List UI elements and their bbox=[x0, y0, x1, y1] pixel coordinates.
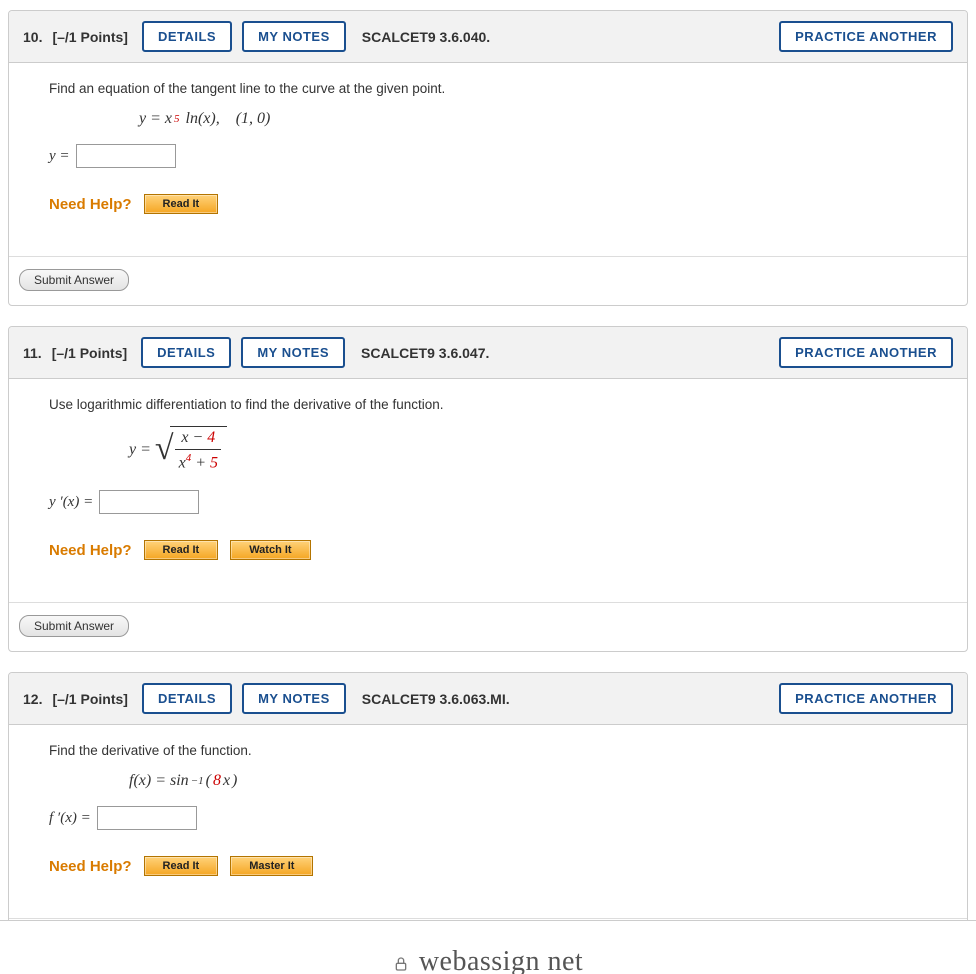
submit-row: Submit Answer bbox=[9, 256, 967, 305]
help-row: Need Help? Read It bbox=[49, 194, 927, 214]
source-id: SCALCET9 3.6.063.MI. bbox=[362, 691, 510, 707]
question-10: 10. [–/1 Points] DETAILS MY NOTES SCALCE… bbox=[8, 10, 968, 306]
equation: y = √ x − 4 x4 + 5 bbox=[129, 426, 927, 474]
equation: y = x5 ln(x), (1, 0) bbox=[139, 110, 927, 128]
master-it-button[interactable]: Master It bbox=[230, 856, 313, 876]
answer-label: f ′(x) = bbox=[49, 810, 91, 827]
answer-row: y ′(x) = bbox=[49, 490, 927, 514]
details-button[interactable]: DETAILS bbox=[141, 337, 231, 368]
submit-row: Submit Answer bbox=[9, 602, 967, 651]
read-it-button[interactable]: Read It bbox=[144, 194, 219, 214]
help-row: Need Help? Read It Watch It bbox=[49, 540, 927, 560]
answer-label: y ′(x) = bbox=[49, 494, 93, 511]
answer-input[interactable] bbox=[97, 806, 197, 830]
answer-label: y = bbox=[49, 148, 70, 165]
question-body: Use logarithmic differentiation to find … bbox=[9, 379, 967, 590]
practice-another-button[interactable]: PRACTICE ANOTHER bbox=[779, 337, 953, 368]
question-number: 12. bbox=[23, 691, 42, 707]
submit-answer-button[interactable]: Submit Answer bbox=[19, 615, 129, 637]
help-row: Need Help? Read It Master It bbox=[49, 856, 927, 876]
question-number: 11. bbox=[23, 345, 42, 361]
details-button[interactable]: DETAILS bbox=[142, 683, 232, 714]
equation: f(x) = sin−1(8x) bbox=[129, 772, 927, 790]
question-header: 12. [–/1 Points] DETAILS MY NOTES SCALCE… bbox=[9, 673, 967, 725]
answer-row: y = bbox=[49, 144, 927, 168]
question-prompt: Find the derivative of the function. bbox=[49, 743, 927, 758]
question-header: 10. [–/1 Points] DETAILS MY NOTES SCALCE… bbox=[9, 11, 967, 63]
need-help-label: Need Help? bbox=[49, 542, 132, 559]
answer-input[interactable] bbox=[99, 490, 199, 514]
question-points: [–/1 Points] bbox=[52, 691, 127, 707]
question-11: 11. [–/1 Points] DETAILS MY NOTES SCALCE… bbox=[8, 326, 968, 652]
practice-another-button[interactable]: PRACTICE ANOTHER bbox=[779, 21, 953, 52]
question-body: Find an equation of the tangent line to … bbox=[9, 63, 967, 244]
content-scroll[interactable]: 10. [–/1 Points] DETAILS MY NOTES SCALCE… bbox=[0, 0, 976, 920]
question-prompt: Find an equation of the tangent line to … bbox=[49, 81, 927, 96]
question-points: [–/1 Points] bbox=[52, 345, 127, 361]
my-notes-button[interactable]: MY NOTES bbox=[242, 21, 346, 52]
my-notes-button[interactable]: MY NOTES bbox=[242, 683, 346, 714]
submit-answer-button[interactable]: Submit Answer bbox=[19, 269, 129, 291]
answer-row: f ′(x) = bbox=[49, 806, 927, 830]
fraction: x − 4 x4 + 5 bbox=[170, 426, 227, 474]
radical-icon: √ bbox=[155, 440, 174, 457]
question-number: 10. bbox=[23, 29, 42, 45]
watch-it-button[interactable]: Watch It bbox=[230, 540, 310, 560]
question-points: [–/1 Points] bbox=[52, 29, 127, 45]
question-12: 12. [–/1 Points] DETAILS MY NOTES SCALCE… bbox=[8, 672, 968, 920]
lock-icon bbox=[393, 949, 409, 967]
my-notes-button[interactable]: MY NOTES bbox=[241, 337, 345, 368]
details-button[interactable]: DETAILS bbox=[142, 21, 232, 52]
need-help-label: Need Help? bbox=[49, 858, 132, 875]
footer-text: webassign net bbox=[419, 946, 583, 974]
question-prompt: Use logarithmic differentiation to find … bbox=[49, 397, 927, 412]
practice-another-button[interactable]: PRACTICE ANOTHER bbox=[779, 683, 953, 714]
source-id: SCALCET9 3.6.047. bbox=[361, 345, 489, 361]
source-id: SCALCET9 3.6.040. bbox=[362, 29, 490, 45]
read-it-button[interactable]: Read It bbox=[144, 540, 219, 560]
answer-input[interactable] bbox=[76, 144, 176, 168]
footer-bar: webassign net bbox=[0, 920, 976, 974]
need-help-label: Need Help? bbox=[49, 196, 132, 213]
question-body: Find the derivative of the function. f(x… bbox=[9, 725, 967, 906]
question-header: 11. [–/1 Points] DETAILS MY NOTES SCALCE… bbox=[9, 327, 967, 379]
read-it-button[interactable]: Read It bbox=[144, 856, 219, 876]
